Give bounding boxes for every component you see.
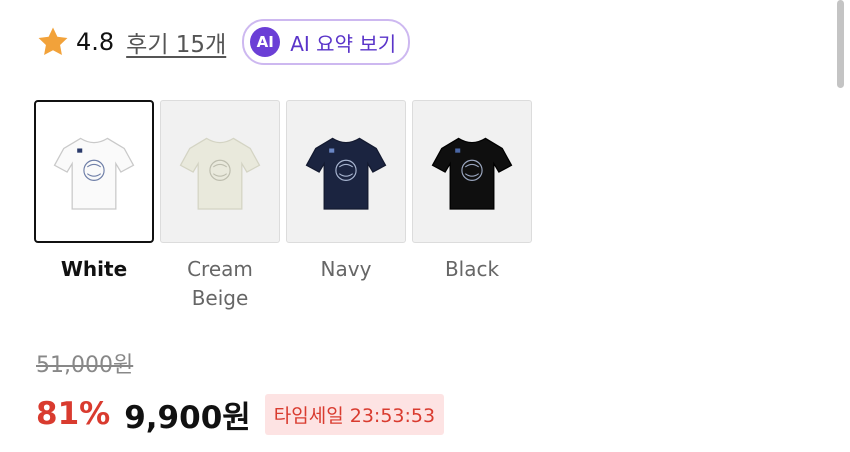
color-option-navy[interactable]: Navy bbox=[286, 100, 408, 313]
review-count-link[interactable]: 후기 15개 bbox=[126, 25, 226, 59]
rating-row: 4.8 후기 15개 AI AI 요약 보기 bbox=[36, 18, 411, 66]
discount-rate: 81% bbox=[36, 396, 111, 432]
tshirt-white-icon bbox=[53, 137, 135, 210]
color-option-cream-beige[interactable]: Cream Beige bbox=[160, 100, 282, 313]
ai-summary-label: AI 요약 보기 bbox=[290, 31, 397, 56]
sale-price: 9,900원 bbox=[124, 399, 251, 436]
thumbnail bbox=[286, 100, 406, 243]
thumbnail bbox=[412, 100, 532, 243]
tshirt-black-icon bbox=[431, 137, 513, 210]
ai-icon: AI bbox=[250, 27, 281, 57]
tshirt-cream-beige-icon bbox=[179, 137, 261, 210]
color-label: White bbox=[60, 257, 128, 281]
thumbnail bbox=[34, 100, 154, 243]
price-row: 81% 9,900원 타임세일 23:53:53 bbox=[36, 392, 445, 436]
tshirt-navy-icon bbox=[305, 137, 387, 210]
timesale-badge: 타임세일 23:53:53 bbox=[264, 393, 445, 435]
scrollbar-thumb[interactable] bbox=[837, 0, 844, 88]
color-label: Black bbox=[444, 257, 500, 281]
rating-value: 4.8 bbox=[76, 28, 115, 56]
star-icon bbox=[38, 27, 68, 56]
color-option-black[interactable]: Black bbox=[412, 100, 534, 313]
color-label: Cream Beige bbox=[187, 257, 253, 310]
ai-summary-button[interactable]: AI AI 요약 보기 bbox=[242, 19, 411, 65]
color-option-white[interactable]: White bbox=[34, 100, 156, 313]
color-options: White Cream Beige Navy Black bbox=[34, 100, 538, 313]
original-price: 51,000원 bbox=[36, 353, 134, 378]
color-label: Navy bbox=[320, 257, 372, 281]
thumbnail bbox=[160, 100, 280, 243]
